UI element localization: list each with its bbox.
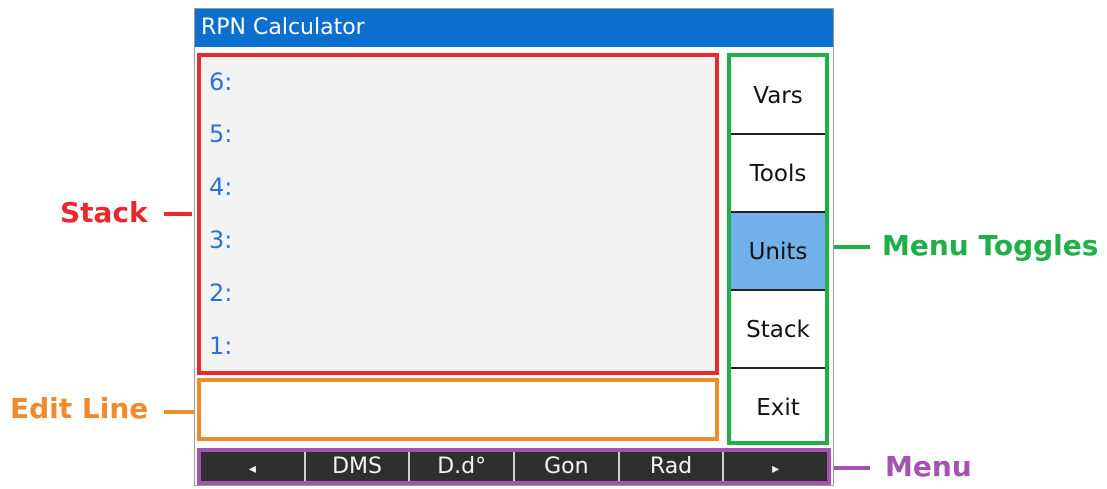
menu-callout-label: Menu — [885, 450, 972, 483]
soft-menu-bar: ◂ DMS D.d° Gon Rad ▸ — [197, 448, 831, 485]
units-toggle-button[interactable]: Units — [731, 213, 825, 291]
tools-toggle-button[interactable]: Tools — [731, 135, 825, 213]
menu-gon-button[interactable]: Gon — [515, 452, 620, 481]
window-title: RPN Calculator — [195, 9, 833, 47]
menu-toggles-callout-leader — [834, 245, 870, 249]
vars-toggle-button[interactable]: Vars — [731, 57, 825, 135]
stack-level-5: 5: — [209, 120, 233, 148]
calculator-window: RPN Calculator 6: 5: 4: 3: 2: 1: Vars To… — [194, 8, 834, 486]
menu-callout-leader — [834, 466, 870, 470]
edit-line-input[interactable] — [197, 378, 719, 441]
edit-line-callout-leader — [164, 410, 194, 414]
stack-level-3: 3: — [209, 226, 233, 254]
stack-level-4: 4: — [209, 173, 233, 201]
stack-level-1: 1: — [209, 332, 233, 360]
menu-toggles-callout-label: Menu Toggles — [882, 229, 1099, 262]
stack-level-6: 6: — [209, 68, 233, 96]
menu-dms-button[interactable]: DMS — [306, 452, 411, 481]
left-arrow-icon: ◂ — [248, 461, 256, 477]
stack-callout-leader — [164, 212, 192, 216]
menu-toggles-panel: Vars Tools Units Stack Exit — [727, 53, 829, 445]
edit-line-callout-label: Edit Line — [10, 392, 149, 425]
stack-level-2: 2: — [209, 279, 233, 307]
menu-next-button[interactable]: ▸ — [724, 452, 827, 481]
menu-dd-button[interactable]: D.d° — [410, 452, 516, 481]
stack-toggle-button[interactable]: Stack — [731, 291, 825, 369]
menu-prev-button[interactable]: ◂ — [201, 452, 306, 481]
exit-toggle-button[interactable]: Exit — [731, 369, 825, 447]
menu-rad-button[interactable]: Rad — [620, 452, 725, 481]
right-arrow-icon: ▸ — [772, 461, 780, 477]
stack-area[interactable]: 6: 5: 4: 3: 2: 1: — [197, 53, 719, 375]
stack-callout-label: Stack — [60, 196, 148, 229]
